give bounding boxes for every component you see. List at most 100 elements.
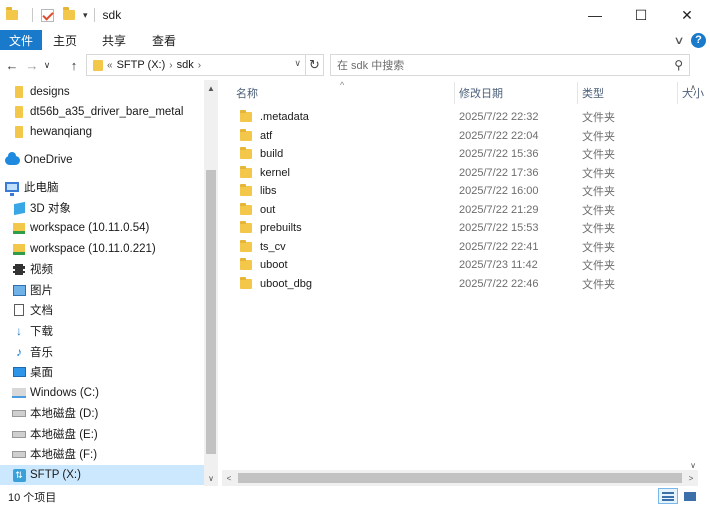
sidebar-item-label: Windows (C:) xyxy=(30,387,100,399)
up-button[interactable]: ↑ xyxy=(64,53,84,77)
sidebar-item-designs[interactable]: designs xyxy=(0,82,204,102)
sidebar-item-workspace-54[interactable]: workspace (10.11.0.54) xyxy=(0,218,204,238)
column-divider[interactable] xyxy=(577,82,578,104)
search-icon[interactable]: ⚲ xyxy=(674,58,683,72)
tab-home[interactable]: 主页 xyxy=(42,30,88,50)
file-name: kernel xyxy=(260,166,290,179)
sidebar-item-label: 文档 xyxy=(30,305,53,317)
forward-button[interactable]: → xyxy=(22,53,42,77)
address-overflow[interactable]: « xyxy=(107,60,113,71)
file-row[interactable]: out 2025/7/22 21:29 文件夹 xyxy=(222,201,692,220)
sidebar-item-documents[interactable]: 文档 xyxy=(0,300,204,320)
sidebar-item-disk-d[interactable]: 本地磁盘 (D:) xyxy=(0,403,204,423)
file-row[interactable]: uboot_dbg 2025/7/22 22:46 文件夹 xyxy=(222,275,692,294)
scroll-up-button[interactable]: ▲ xyxy=(204,80,218,96)
minimize-button[interactable]: — xyxy=(572,0,618,30)
expand-ribbon-icon[interactable]: ∨ xyxy=(673,34,684,47)
videos-icon xyxy=(12,262,26,276)
tab-share[interactable]: 共享 xyxy=(92,30,136,50)
item-count: 10 个项目 xyxy=(8,492,57,504)
sidebar-item-desktop[interactable]: 桌面 xyxy=(0,362,204,382)
onedrive-icon xyxy=(4,151,20,167)
customize-toolbar-dropdown[interactable]: ▾ xyxy=(83,10,88,21)
file-row[interactable]: atf 2025/7/22 22:04 文件夹 xyxy=(222,127,692,146)
column-header-name[interactable]: 名称 xyxy=(236,82,258,104)
file-row[interactable]: build 2025/7/22 15:36 文件夹 xyxy=(222,145,692,164)
scroll-thumb[interactable] xyxy=(238,473,682,483)
tab-file[interactable]: 文件 xyxy=(0,30,42,50)
sidebar-item-pictures[interactable]: 图片 xyxy=(0,280,204,300)
file-row[interactable]: kernel 2025/7/22 17:36 文件夹 xyxy=(222,164,692,183)
sidebar-item-label: 桌面 xyxy=(30,367,53,379)
file-date: 2025/7/23 11:42 xyxy=(459,259,538,272)
sidebar-item-disk-f[interactable]: 本地磁盘 (F:) xyxy=(0,444,204,464)
sidebar-item-label: dt56b_a35_driver_bare_metal xyxy=(30,106,184,118)
column-header-date[interactable]: 修改日期 xyxy=(459,82,503,104)
file-type: 文件夹 xyxy=(582,167,615,180)
ribbon-right-controls: ∨ ? xyxy=(673,30,706,50)
pictures-icon xyxy=(12,283,26,297)
sidebar-item-videos[interactable]: 视频 xyxy=(0,259,204,279)
maximize-button[interactable]: ☐ xyxy=(618,0,664,30)
file-row[interactable]: libs 2025/7/22 16:00 文件夹 xyxy=(222,182,692,201)
sidebar-item-music[interactable]: ♪ 音乐 xyxy=(0,342,204,362)
sidebar-item-this-pc[interactable]: 此电脑 xyxy=(0,177,204,197)
sidebar-item-label: designs xyxy=(30,86,70,98)
sidebar-item-workspace-221[interactable]: workspace (10.11.0.221) xyxy=(0,239,204,259)
folder-icon xyxy=(240,128,252,141)
breadcrumb-sftp[interactable]: SFTP (X:) xyxy=(117,59,166,71)
tab-view[interactable]: 查看 xyxy=(142,30,186,50)
scroll-down-button[interactable]: ∨ xyxy=(204,470,218,486)
local-disk-icon xyxy=(12,427,26,441)
scroll-thumb[interactable] xyxy=(206,170,216,454)
breadcrumb-separator[interactable]: › xyxy=(198,60,201,71)
details-view-button[interactable] xyxy=(658,488,678,504)
file-row[interactable]: ts_cv 2025/7/22 22:41 文件夹 xyxy=(222,238,692,257)
address-bar[interactable]: « SFTP (X:) › sdk › ∨ xyxy=(86,54,306,76)
file-date: 2025/7/22 16:00 xyxy=(459,185,539,198)
sidebar-item-hewanqiang[interactable]: hewanqiang xyxy=(0,122,204,142)
sidebar-item-sftp[interactable]: ⇅ SFTP (X:) xyxy=(0,465,204,485)
recent-locations-button[interactable]: ∨ xyxy=(40,53,54,77)
search-input[interactable]: 在 sdk 中搜索 ⚲ xyxy=(330,54,690,76)
sidebar-item-3d-objects[interactable]: 3D 对象 xyxy=(0,198,204,218)
navigation-scrollbar[interactable]: ▲ ∨ xyxy=(204,80,218,486)
music-icon: ♪ xyxy=(16,345,22,359)
large-icons-view-button[interactable] xyxy=(680,488,700,504)
large-icons-view-icon xyxy=(684,491,696,501)
sidebar-item-disk-e[interactable]: 本地磁盘 (E:) xyxy=(0,424,204,444)
file-row[interactable]: prebuilts 2025/7/22 15:53 文件夹 xyxy=(222,219,692,238)
sidebar-item-downloads[interactable]: ↓ 下载 xyxy=(0,321,204,341)
local-disk-icon xyxy=(12,447,26,461)
file-row[interactable]: uboot 2025/7/23 11:42 文件夹 xyxy=(222,256,692,275)
file-date: 2025/7/22 22:32 xyxy=(459,111,539,124)
new-folder-icon[interactable] xyxy=(61,7,77,23)
sidebar-item-onedrive[interactable]: OneDrive xyxy=(0,150,204,170)
refresh-button[interactable]: ↻ xyxy=(306,54,324,76)
sidebar-item-windows-c[interactable]: Windows (C:) xyxy=(0,383,204,403)
close-button[interactable]: ✕ xyxy=(664,0,710,30)
sidebar-item-label: 图片 xyxy=(30,285,53,297)
file-row[interactable]: .metadata 2025/7/22 22:32 文件夹 xyxy=(222,108,692,127)
column-divider[interactable] xyxy=(454,82,455,104)
quick-access-toolbar: ▾ sdk xyxy=(0,0,121,30)
column-divider[interactable] xyxy=(677,82,678,104)
file-list-vertical-scrollbar[interactable]: ∧ ∨ xyxy=(686,80,700,472)
file-list-horizontal-scrollbar[interactable]: < > xyxy=(222,470,698,486)
back-button[interactable]: ← xyxy=(2,53,22,77)
address-dropdown-button[interactable]: ∨ xyxy=(294,58,301,69)
folder-icon xyxy=(240,258,252,271)
scroll-right-button[interactable]: > xyxy=(684,470,698,486)
breadcrumb-sdk[interactable]: sdk xyxy=(177,59,194,71)
breadcrumb-separator[interactable]: › xyxy=(169,60,172,71)
scroll-left-button[interactable]: < xyxy=(222,470,236,486)
address-row: ← → ∨ ↑ « SFTP (X:) › sdk › ∨ ↻ 在 sdk 中搜… xyxy=(0,50,710,80)
properties-icon[interactable] xyxy=(39,7,55,23)
file-type: 文件夹 xyxy=(582,241,615,254)
help-icon[interactable]: ? xyxy=(691,32,706,48)
toolbar-divider xyxy=(93,8,95,22)
column-header-type[interactable]: 类型 xyxy=(582,82,604,104)
scroll-up-button[interactable]: ∧ xyxy=(686,80,700,94)
file-list: 名称 ^ 修改日期 类型 大小 .metadata 2025/7/22 22:3… xyxy=(222,80,710,486)
sidebar-item-dt56b[interactable]: dt56b_a35_driver_bare_metal xyxy=(0,102,204,122)
